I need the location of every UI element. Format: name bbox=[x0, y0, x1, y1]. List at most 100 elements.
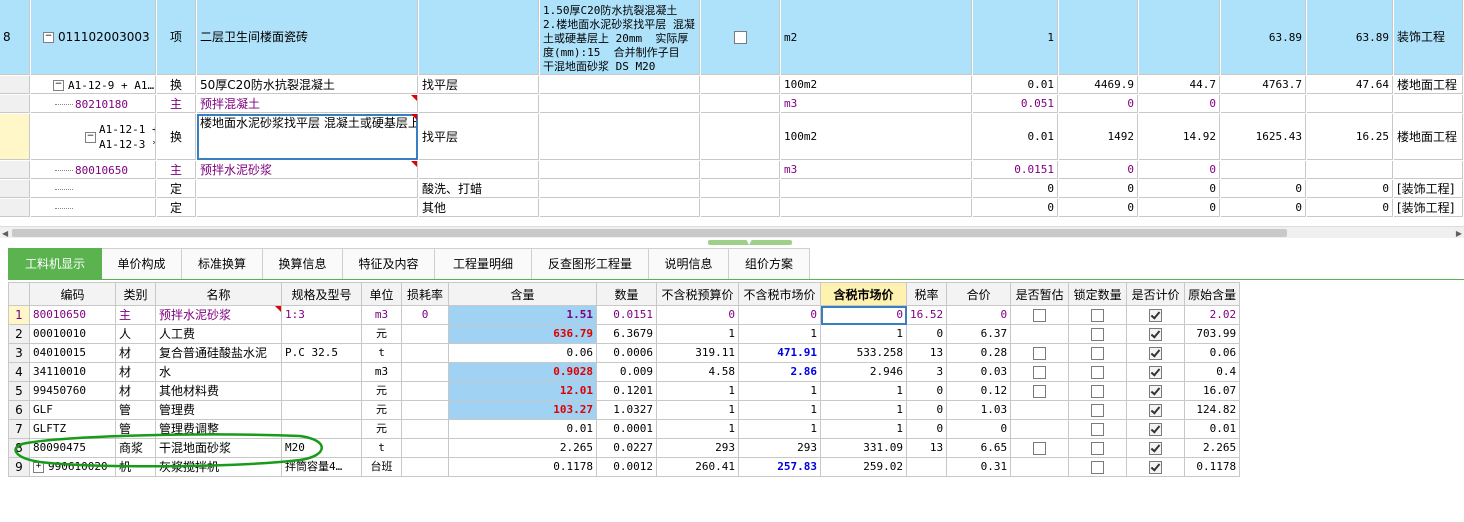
resource-code[interactable]: 34110010 bbox=[29, 362, 116, 382]
resource-name[interactable]: 复合普通硅酸盐水泥 bbox=[155, 343, 282, 363]
resource-category[interactable]: 机 bbox=[115, 457, 156, 477]
resource-category[interactable]: 材 bbox=[115, 381, 156, 401]
resource-original-content[interactable]: 0.4 bbox=[1184, 362, 1241, 382]
item-name[interactable]: 二层卫生间楼面瓷砖 bbox=[197, 0, 418, 75]
priced-checkbox[interactable] bbox=[1149, 366, 1163, 379]
resource-original-content[interactable]: 2.265 bbox=[1184, 438, 1241, 458]
resource-budget-price[interactable]: 293 bbox=[656, 438, 739, 458]
resource-unit[interactable]: t bbox=[361, 438, 402, 458]
resource-total[interactable]: 0 bbox=[946, 305, 1012, 325]
resource-tax-rate[interactable] bbox=[905, 457, 948, 477]
item-quantity[interactable]: 0.01 bbox=[973, 76, 1058, 94]
resource-budget-price[interactable]: 1 bbox=[656, 324, 739, 344]
lock-checkbox[interactable] bbox=[1091, 404, 1105, 417]
resource-quantity[interactable]: 0.0006 bbox=[596, 343, 657, 363]
col-header-spec[interactable]: 规格及型号 bbox=[281, 282, 362, 306]
resource-name[interactable]: 预拌水泥砂浆 bbox=[155, 305, 282, 325]
resource-is-priced[interactable] bbox=[1126, 419, 1186, 439]
tab-features-content[interactable]: 特征及内容 bbox=[343, 248, 435, 280]
item-quantity[interactable]: 0.0151 bbox=[973, 161, 1058, 179]
item-name[interactable]: 预拌水泥砂浆 bbox=[197, 161, 418, 179]
item-name[interactable] bbox=[197, 180, 418, 198]
resource-market-price[interactable]: 1 bbox=[738, 381, 821, 401]
resource-is-estimate[interactable] bbox=[1010, 362, 1070, 382]
table-row[interactable]: 2 00010010 人人工费元 636.79 6.3679 1 1 1 0 6.37 703.99 bbox=[8, 324, 1241, 344]
resource-lock-qty[interactable] bbox=[1068, 438, 1128, 458]
resource-taxed-market-price[interactable]: 1 bbox=[820, 400, 907, 420]
resource-code[interactable]: +990610020 bbox=[29, 457, 116, 477]
resource-taxed-market-price[interactable]: 1 bbox=[820, 381, 907, 401]
item-feature[interactable]: 酸洗、打蜡 bbox=[419, 180, 539, 198]
resource-is-priced[interactable] bbox=[1126, 400, 1186, 420]
priced-checkbox[interactable] bbox=[1149, 309, 1163, 322]
splitter-grip[interactable]: ▼ bbox=[708, 237, 792, 246]
item-code[interactable]: 80010650 bbox=[31, 161, 156, 179]
resource-content[interactable]: 0.1178 bbox=[448, 457, 597, 477]
resource-tax-rate[interactable]: 0 bbox=[905, 381, 948, 401]
item-flag-cell[interactable] bbox=[701, 114, 780, 160]
resource-tax-rate[interactable]: 0 bbox=[905, 324, 948, 344]
resource-spec[interactable]: M20 bbox=[281, 438, 362, 458]
item-description[interactable] bbox=[540, 180, 700, 198]
resource-is-estimate[interactable] bbox=[1010, 438, 1070, 458]
item-feature[interactable] bbox=[419, 161, 539, 179]
item-feature[interactable] bbox=[419, 95, 539, 113]
col-header-is-priced[interactable]: 是否计价 bbox=[1126, 282, 1186, 306]
item-flag-cell[interactable] bbox=[701, 199, 780, 217]
col-header-name[interactable]: 名称 bbox=[155, 282, 282, 306]
lock-checkbox[interactable] bbox=[1091, 366, 1105, 379]
resource-spec[interactable]: 拌筒容量4… bbox=[281, 457, 362, 477]
collapse-icon[interactable]: − bbox=[53, 80, 64, 91]
resource-taxed-market-price[interactable]: 259.02 bbox=[820, 457, 907, 477]
resource-unit[interactable]: m3 bbox=[361, 305, 402, 325]
resource-is-estimate[interactable] bbox=[1010, 400, 1070, 420]
resource-market-price[interactable]: 257.83 bbox=[738, 457, 821, 477]
item-feature[interactable]: 其他 bbox=[419, 199, 539, 217]
lock-checkbox[interactable] bbox=[1091, 442, 1105, 455]
resource-lock-qty[interactable] bbox=[1068, 419, 1128, 439]
resource-original-content[interactable]: 0.06 bbox=[1184, 343, 1241, 363]
tab-description-info[interactable]: 说明信息 bbox=[649, 248, 729, 280]
resource-is-estimate[interactable] bbox=[1010, 381, 1070, 401]
resource-quantity[interactable]: 1.0327 bbox=[596, 400, 657, 420]
resource-original-content[interactable]: 0.1178 bbox=[1184, 457, 1241, 477]
item-feature[interactable]: 找平层 bbox=[419, 76, 539, 94]
estimate-checkbox[interactable] bbox=[1033, 347, 1047, 360]
resource-market-price[interactable]: 1 bbox=[738, 324, 821, 344]
resource-content[interactable]: 12.01 bbox=[448, 381, 597, 401]
table-row[interactable]: 6 GLF 管管理费元 103.27 1.0327 1 1 1 0 1.03 124.82 bbox=[8, 400, 1241, 420]
item-flag-cell[interactable] bbox=[701, 161, 780, 179]
item-description[interactable] bbox=[540, 76, 700, 94]
item-code[interactable]: −011102003003 bbox=[31, 0, 156, 75]
tab-quantity-details[interactable]: 工程量明细 bbox=[435, 248, 532, 280]
resource-budget-price[interactable]: 4.58 bbox=[656, 362, 739, 382]
resource-is-priced[interactable] bbox=[1126, 343, 1186, 363]
resource-name[interactable]: 其他材料费 bbox=[155, 381, 282, 401]
table-row[interactable]: 7 GLFTZ 管管理费调整元 0.01 0.0001 1 1 1 0 0 0.01 bbox=[8, 419, 1241, 439]
priced-checkbox[interactable] bbox=[1149, 423, 1163, 436]
item-flag-cell[interactable] bbox=[701, 0, 780, 75]
resource-content[interactable]: 0.06 bbox=[448, 343, 597, 363]
item-name[interactable] bbox=[197, 199, 418, 217]
resource-spec[interactable]: P.C 32.5 bbox=[281, 343, 362, 363]
resource-spec[interactable] bbox=[281, 362, 362, 382]
resource-budget-price[interactable]: 1 bbox=[656, 419, 739, 439]
resource-unit[interactable]: 元 bbox=[361, 400, 402, 420]
resource-is-estimate[interactable] bbox=[1010, 419, 1070, 439]
resource-original-content[interactable]: 2.02 bbox=[1184, 305, 1241, 325]
resource-original-content[interactable]: 0.01 bbox=[1184, 419, 1241, 439]
resource-quantity[interactable]: 0.0151 bbox=[596, 305, 657, 325]
item-code[interactable] bbox=[31, 180, 156, 198]
lock-checkbox[interactable] bbox=[1091, 423, 1105, 436]
resource-content[interactable]: 0.01 bbox=[448, 419, 597, 439]
resource-loss-rate[interactable] bbox=[401, 400, 449, 420]
resource-is-priced[interactable] bbox=[1126, 362, 1186, 382]
lock-checkbox[interactable] bbox=[1091, 347, 1105, 360]
table-row[interactable]: 3 04010015 材复合普通硅酸盐水泥 P.C 32.5 t 0.06 0.0006 31… bbox=[8, 343, 1241, 363]
lock-checkbox[interactable] bbox=[1091, 328, 1105, 341]
resource-unit[interactable]: 台班 bbox=[361, 457, 402, 477]
resource-lock-qty[interactable] bbox=[1068, 362, 1128, 382]
resource-taxed-market-price[interactable]: 331.09 bbox=[820, 438, 907, 458]
resource-total[interactable]: 1.03 bbox=[946, 400, 1012, 420]
resource-category[interactable]: 管 bbox=[115, 400, 156, 420]
